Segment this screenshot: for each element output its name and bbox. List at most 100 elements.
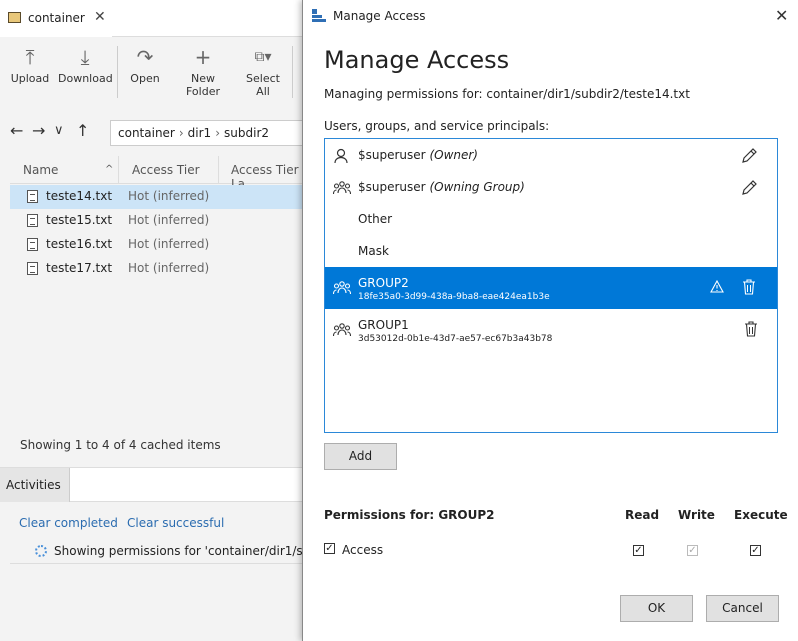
manage-access-dialog: Manage Access ✕ Manage Access Managing p… <box>302 0 798 641</box>
ok-button[interactable]: OK <box>620 595 693 622</box>
dialog-titlebar: Manage Access ✕ <box>303 0 798 32</box>
toolbar: ⤒ Upload ⤓ Download ↷ Open + New Folder … <box>0 38 304 104</box>
dialog-window-title: Manage Access <box>333 9 426 23</box>
container-icon <box>8 12 21 23</box>
new-folder-button[interactable]: + New Folder <box>174 42 232 100</box>
group-icon <box>332 280 352 296</box>
close-icon[interactable]: ✕ <box>775 6 788 25</box>
chevron-down-icon[interactable]: ∨ <box>54 123 64 138</box>
forward-arrow-icon[interactable]: → <box>32 121 45 140</box>
dialog-subtitle: Managing permissions for: container/dir1… <box>324 87 690 101</box>
file-icon <box>27 238 38 251</box>
principal-name: Mask <box>358 244 389 258</box>
chevron-up-icon[interactable]: ^ <box>105 164 113 175</box>
open-icon: ↷ <box>136 45 154 69</box>
column-divider[interactable] <box>118 156 119 184</box>
upload-icon: ⤒ <box>25 45 35 69</box>
read-checkbox[interactable]: ✓ <box>633 545 644 556</box>
upload-button[interactable]: ⤒ Upload <box>10 42 50 100</box>
breadcrumb-item[interactable]: dir1 <box>188 126 212 140</box>
write-checkbox: ✓ <box>687 545 698 556</box>
up-arrow-icon[interactable]: ↑ <box>76 121 89 140</box>
toolbar-divider <box>292 46 293 98</box>
principal-name: GROUP2 <box>358 276 409 290</box>
principal-name: GROUP1 <box>358 318 409 332</box>
permission-column-read: Read <box>625 508 660 522</box>
breadcrumb-separator: › <box>178 126 184 140</box>
activity-divider <box>10 563 304 564</box>
principal-name: Other <box>358 212 393 226</box>
activities-bar: Activities <box>0 467 304 502</box>
clear-successful-link[interactable]: Clear successful <box>127 516 224 530</box>
group-icon <box>332 180 352 196</box>
file-name: teste17.txt <box>46 261 113 275</box>
breadcrumb-item[interactable]: container <box>118 126 175 140</box>
permission-column-write: Write <box>678 508 715 522</box>
list-item[interactable]: GROUP2 18fe35a0-3d99-438a-9ba8-eae424ea1… <box>325 267 777 309</box>
principals-label: Users, groups, and service principals: <box>324 119 550 133</box>
list-item[interactable]: $superuser (Owner) <box>325 139 777 171</box>
tab-activities[interactable]: Activities <box>0 468 70 502</box>
download-button[interactable]: ⤓ Download <box>58 42 113 100</box>
column-header-name[interactable]: Name <box>23 163 58 177</box>
add-button[interactable]: Add <box>324 443 397 470</box>
download-icon: ⤓ <box>80 45 90 69</box>
column-header-access-tier[interactable]: Access Tier <box>132 163 200 177</box>
tab-bar: container ✕ <box>0 0 304 37</box>
breadcrumb-item[interactable]: subdir2 <box>224 126 269 140</box>
pencil-icon[interactable] <box>740 147 758 169</box>
access-checkbox[interactable]: ✓ <box>324 543 335 554</box>
column-divider[interactable] <box>218 156 219 184</box>
warning-icon <box>710 279 724 297</box>
storage-explorer: container ✕ ⤒ Upload ⤓ Download ↷ Open +… <box>0 0 304 641</box>
select-all-icon: ⧉▾ <box>254 49 272 65</box>
tab-container[interactable]: container ✕ <box>0 0 112 37</box>
breadcrumb-separator: › <box>215 126 221 140</box>
principal-id: 3d53012d-0b1e-43d7-ae57-ec67b3a43b78 <box>358 334 553 344</box>
principal-id: 18fe35a0-3d99-438a-9ba8-eae424ea1b3e <box>358 292 550 302</box>
trash-icon[interactable] <box>744 321 758 341</box>
list-item[interactable]: Mask <box>325 235 777 267</box>
open-button[interactable]: ↷ Open <box>125 42 165 100</box>
table-row[interactable]: teste17.txt Hot (inferred) <box>10 257 304 281</box>
toolbar-divider <box>117 46 118 98</box>
access-label: Access <box>342 543 384 557</box>
principal-name: $superuser (Owning Group) <box>358 180 525 194</box>
user-icon <box>333 148 351 164</box>
list-item[interactable]: GROUP1 3d53012d-0b1e-43d7-ae57-ec67b3a43… <box>325 309 777 351</box>
group-icon <box>332 322 352 338</box>
tab-label: container <box>28 11 85 25</box>
list-item[interactable]: $superuser (Owning Group) <box>325 171 777 203</box>
file-icon <box>27 214 38 227</box>
file-name: teste15.txt <box>46 213 113 227</box>
page-title: Manage Access <box>324 46 510 74</box>
file-access-tier: Hot (inferred) <box>128 261 210 275</box>
trash-icon[interactable] <box>742 279 756 299</box>
table-row[interactable]: teste16.txt Hot (inferred) <box>10 233 304 257</box>
file-access-tier: Hot (inferred) <box>128 213 210 227</box>
back-arrow-icon[interactable]: ← <box>10 121 23 140</box>
table-row[interactable]: teste15.txt Hot (inferred) <box>10 209 304 233</box>
app-icon <box>312 9 326 23</box>
list-item[interactable]: Other <box>325 203 777 235</box>
clear-completed-link[interactable]: Clear completed <box>19 516 118 530</box>
table-row[interactable]: teste14.txt Hot (inferred) <box>10 185 304 209</box>
breadcrumb[interactable]: container › dir1 › subdir2 <box>110 120 304 146</box>
file-name: teste14.txt <box>46 189 113 203</box>
close-icon[interactable]: ✕ <box>94 9 106 25</box>
file-icon <box>27 262 38 275</box>
file-icon <box>27 190 38 203</box>
execute-checkbox[interactable]: ✓ <box>750 545 761 556</box>
permission-column-execute: Execute <box>734 508 788 522</box>
cancel-button[interactable]: Cancel <box>706 595 779 622</box>
select-all-button[interactable]: ⧉▾ Select All <box>238 42 288 100</box>
spinner-icon <box>35 545 47 557</box>
activity-message: Showing permissions for 'container/dir1/… <box>54 544 304 558</box>
navigation-bar: ← → ∨ ↑ container › dir1 › subdir2 <box>0 112 304 152</box>
principal-name: $superuser (Owner) <box>358 148 478 162</box>
plus-icon: + <box>194 45 212 69</box>
item-count-status: Showing 1 to 4 of 4 cached items <box>20 438 221 452</box>
principals-list[interactable]: $superuser (Owner) $superuser (Owning Gr… <box>324 138 778 433</box>
pencil-icon[interactable] <box>740 179 758 201</box>
permissions-title: Permissions for: GROUP2 <box>324 508 495 522</box>
